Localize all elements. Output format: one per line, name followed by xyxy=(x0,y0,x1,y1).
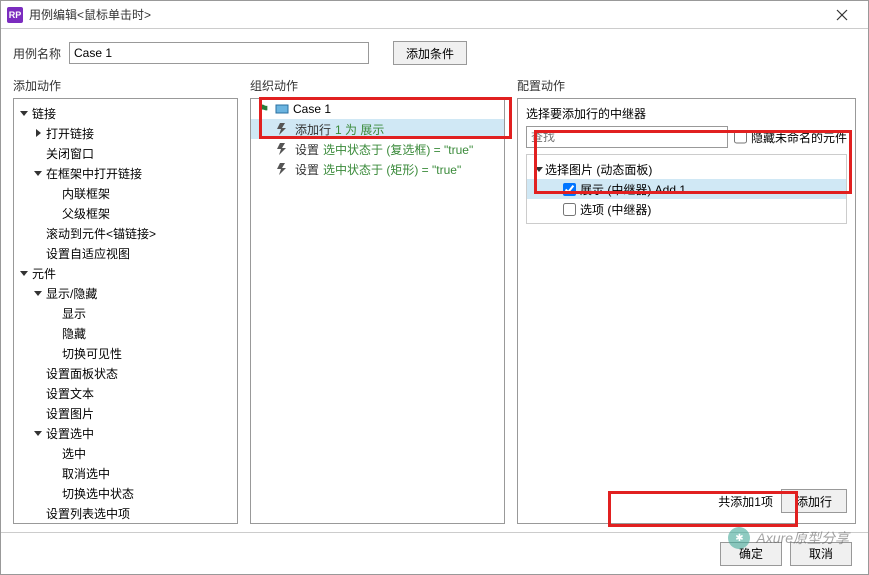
tree-item[interactable]: 在框架中打开链接 xyxy=(14,163,237,183)
flag-icon: ⚑ xyxy=(257,102,271,116)
tree-item[interactable]: 设置图片 xyxy=(14,403,237,423)
right-header: 配置动作 xyxy=(517,73,856,98)
footer: 确定 取消 xyxy=(1,532,868,574)
tree-item-label: 显示 xyxy=(60,305,86,322)
search-input[interactable] xyxy=(526,126,728,148)
tree-item[interactable]: 内联框架 xyxy=(14,183,237,203)
action-line[interactable]: 设置选中状态于 (矩形) = "true" xyxy=(251,159,504,179)
tree-item-label: 设置文本 xyxy=(44,385,94,402)
tree-item-label: 滚动到元件<锚链接> xyxy=(44,225,156,242)
tree-item-label: 显示/隐藏 xyxy=(44,285,97,302)
organize-action-panel: ⚑ Case 1 添加行1 为 展示设置选中状态于 (复选框) = "true"… xyxy=(250,98,505,524)
chevron-right-icon[interactable] xyxy=(32,129,44,137)
action-param: 选中状态于 (矩形) = "true" xyxy=(323,161,461,178)
configure-action-panel: 选择要添加行的中继器 隐藏未命名的元件 选择图片 (动态面板) 展示 (中继器) … xyxy=(517,98,856,524)
tree-item-label: 切换选中状态 xyxy=(60,485,134,502)
tree-item[interactable]: 设置文本 xyxy=(14,383,237,403)
hide-unnamed-text: 隐藏未命名的元件 xyxy=(751,129,847,146)
app-icon: RP xyxy=(7,7,23,23)
action-name: 添加行 xyxy=(295,121,331,138)
close-icon xyxy=(836,9,848,21)
repeater-item-label: 选项 (中继器) xyxy=(580,201,651,218)
action-line[interactable]: 添加行1 为 展示 xyxy=(251,119,504,139)
tree-item[interactable]: 取消选中 xyxy=(14,463,237,483)
tree-item-label: 设置选中 xyxy=(44,425,94,442)
chevron-down-icon[interactable] xyxy=(533,165,545,173)
case-label: Case 1 xyxy=(293,102,331,116)
tree-item[interactable]: 关闭窗口 xyxy=(14,143,237,163)
action-line[interactable]: 设置选中状态于 (复选框) = "true" xyxy=(251,139,504,159)
repeater-checkbox[interactable] xyxy=(563,183,576,196)
tree-item-label: 元件 xyxy=(30,265,56,282)
case-name-row: 用例名称 添加条件 xyxy=(1,29,868,73)
titlebar: RP 用例编辑<鼠标单击时> xyxy=(1,1,868,29)
case-name-label: 用例名称 xyxy=(13,45,61,62)
tree-item[interactable]: 父级框架 xyxy=(14,203,237,223)
tree-item-label: 内联框架 xyxy=(60,185,110,202)
action-param: 1 为 展示 xyxy=(335,121,384,138)
tree-item[interactable]: 选中 xyxy=(14,443,237,463)
tree-item[interactable]: 设置选中 xyxy=(14,423,237,443)
bolt-icon xyxy=(277,143,291,155)
tree-item-label: 在框架中打开链接 xyxy=(44,165,142,182)
tree-item[interactable]: 链接 xyxy=(14,103,237,123)
case-node[interactable]: ⚑ Case 1 xyxy=(251,99,504,119)
ok-button[interactable]: 确定 xyxy=(720,542,782,566)
repeater-checkbox[interactable] xyxy=(563,203,576,216)
tree-item[interactable]: 滚动到元件<锚链接> xyxy=(14,223,237,243)
tree-item-label: 设置列表选中项 xyxy=(44,505,130,522)
mid-header: 组织动作 xyxy=(250,73,505,98)
add-action-panel: 链接打开链接关闭窗口在框架中打开链接内联框架父级框架滚动到元件<锚链接> 设置自适… xyxy=(13,98,238,524)
repeater-item-label: 展示 (中继器) Add 1 xyxy=(580,181,686,198)
tree-item-label: 链接 xyxy=(30,105,56,122)
tree-item-label: 设置自适应视图 xyxy=(44,245,130,262)
tree-item[interactable]: 设置面板状态 xyxy=(14,363,237,383)
repeater-tree-item[interactable]: 选择图片 (动态面板) xyxy=(527,159,846,179)
tree-item[interactable]: 设置自适应视图 xyxy=(14,243,237,263)
tree-item-label: 设置图片 xyxy=(44,405,94,422)
tree-item[interactable]: 切换选中状态 xyxy=(14,483,237,503)
cancel-button[interactable]: 取消 xyxy=(790,542,852,566)
chevron-down-icon[interactable] xyxy=(32,169,44,177)
tree-item[interactable]: 显示 xyxy=(14,303,237,323)
chevron-down-icon[interactable] xyxy=(18,269,30,277)
repeater-item-label: 选择图片 (动态面板) xyxy=(545,161,652,178)
action-name: 设置 xyxy=(295,141,319,158)
tree-item[interactable]: 设置列表选中项 xyxy=(14,503,237,523)
case-name-input[interactable] xyxy=(69,42,369,64)
add-row-button[interactable]: 添加行 xyxy=(781,489,847,513)
summary-text: 共添加1项 xyxy=(718,493,773,510)
tree-item[interactable]: 打开链接 xyxy=(14,123,237,143)
tree-item-label: 打开链接 xyxy=(44,125,94,142)
add-condition-button[interactable]: 添加条件 xyxy=(393,41,467,65)
left-header: 添加动作 xyxy=(13,73,238,98)
tree-item-label: 设置面板状态 xyxy=(44,365,118,382)
chevron-down-icon[interactable] xyxy=(32,429,44,437)
tree-item-label: 选中 xyxy=(60,445,86,462)
bolt-icon xyxy=(277,163,291,175)
tree-item-label: 切换可见性 xyxy=(60,345,122,362)
tree-item-label: 父级框架 xyxy=(60,205,110,222)
hide-unnamed-checkbox-label[interactable]: 隐藏未命名的元件 xyxy=(734,126,847,148)
action-param: 选中状态于 (复选框) = "true" xyxy=(323,141,473,158)
tree-item[interactable]: 切换可见性 xyxy=(14,343,237,363)
hide-unnamed-checkbox[interactable] xyxy=(734,126,747,148)
tree-item-label: 隐藏 xyxy=(60,325,86,342)
chevron-down-icon[interactable] xyxy=(32,289,44,297)
action-name: 设置 xyxy=(295,161,319,178)
repeater-tree-item[interactable]: 选项 (中继器) xyxy=(527,199,846,219)
bolt-icon xyxy=(277,123,291,135)
right-title: 选择要添加行的中继器 xyxy=(526,105,847,122)
tree-item-label: 关闭窗口 xyxy=(44,145,94,162)
case-icon xyxy=(275,102,289,116)
repeater-tree-item[interactable]: 展示 (中继器) Add 1 xyxy=(527,179,846,199)
close-button[interactable] xyxy=(822,1,862,29)
tree-item[interactable]: 元件 xyxy=(14,263,237,283)
tree-item[interactable]: 显示/隐藏 xyxy=(14,283,237,303)
tree-item[interactable]: 隐藏 xyxy=(14,323,237,343)
chevron-down-icon[interactable] xyxy=(18,109,30,117)
tree-item-label: 取消选中 xyxy=(60,465,110,482)
window-title: 用例编辑<鼠标单击时> xyxy=(29,6,822,23)
